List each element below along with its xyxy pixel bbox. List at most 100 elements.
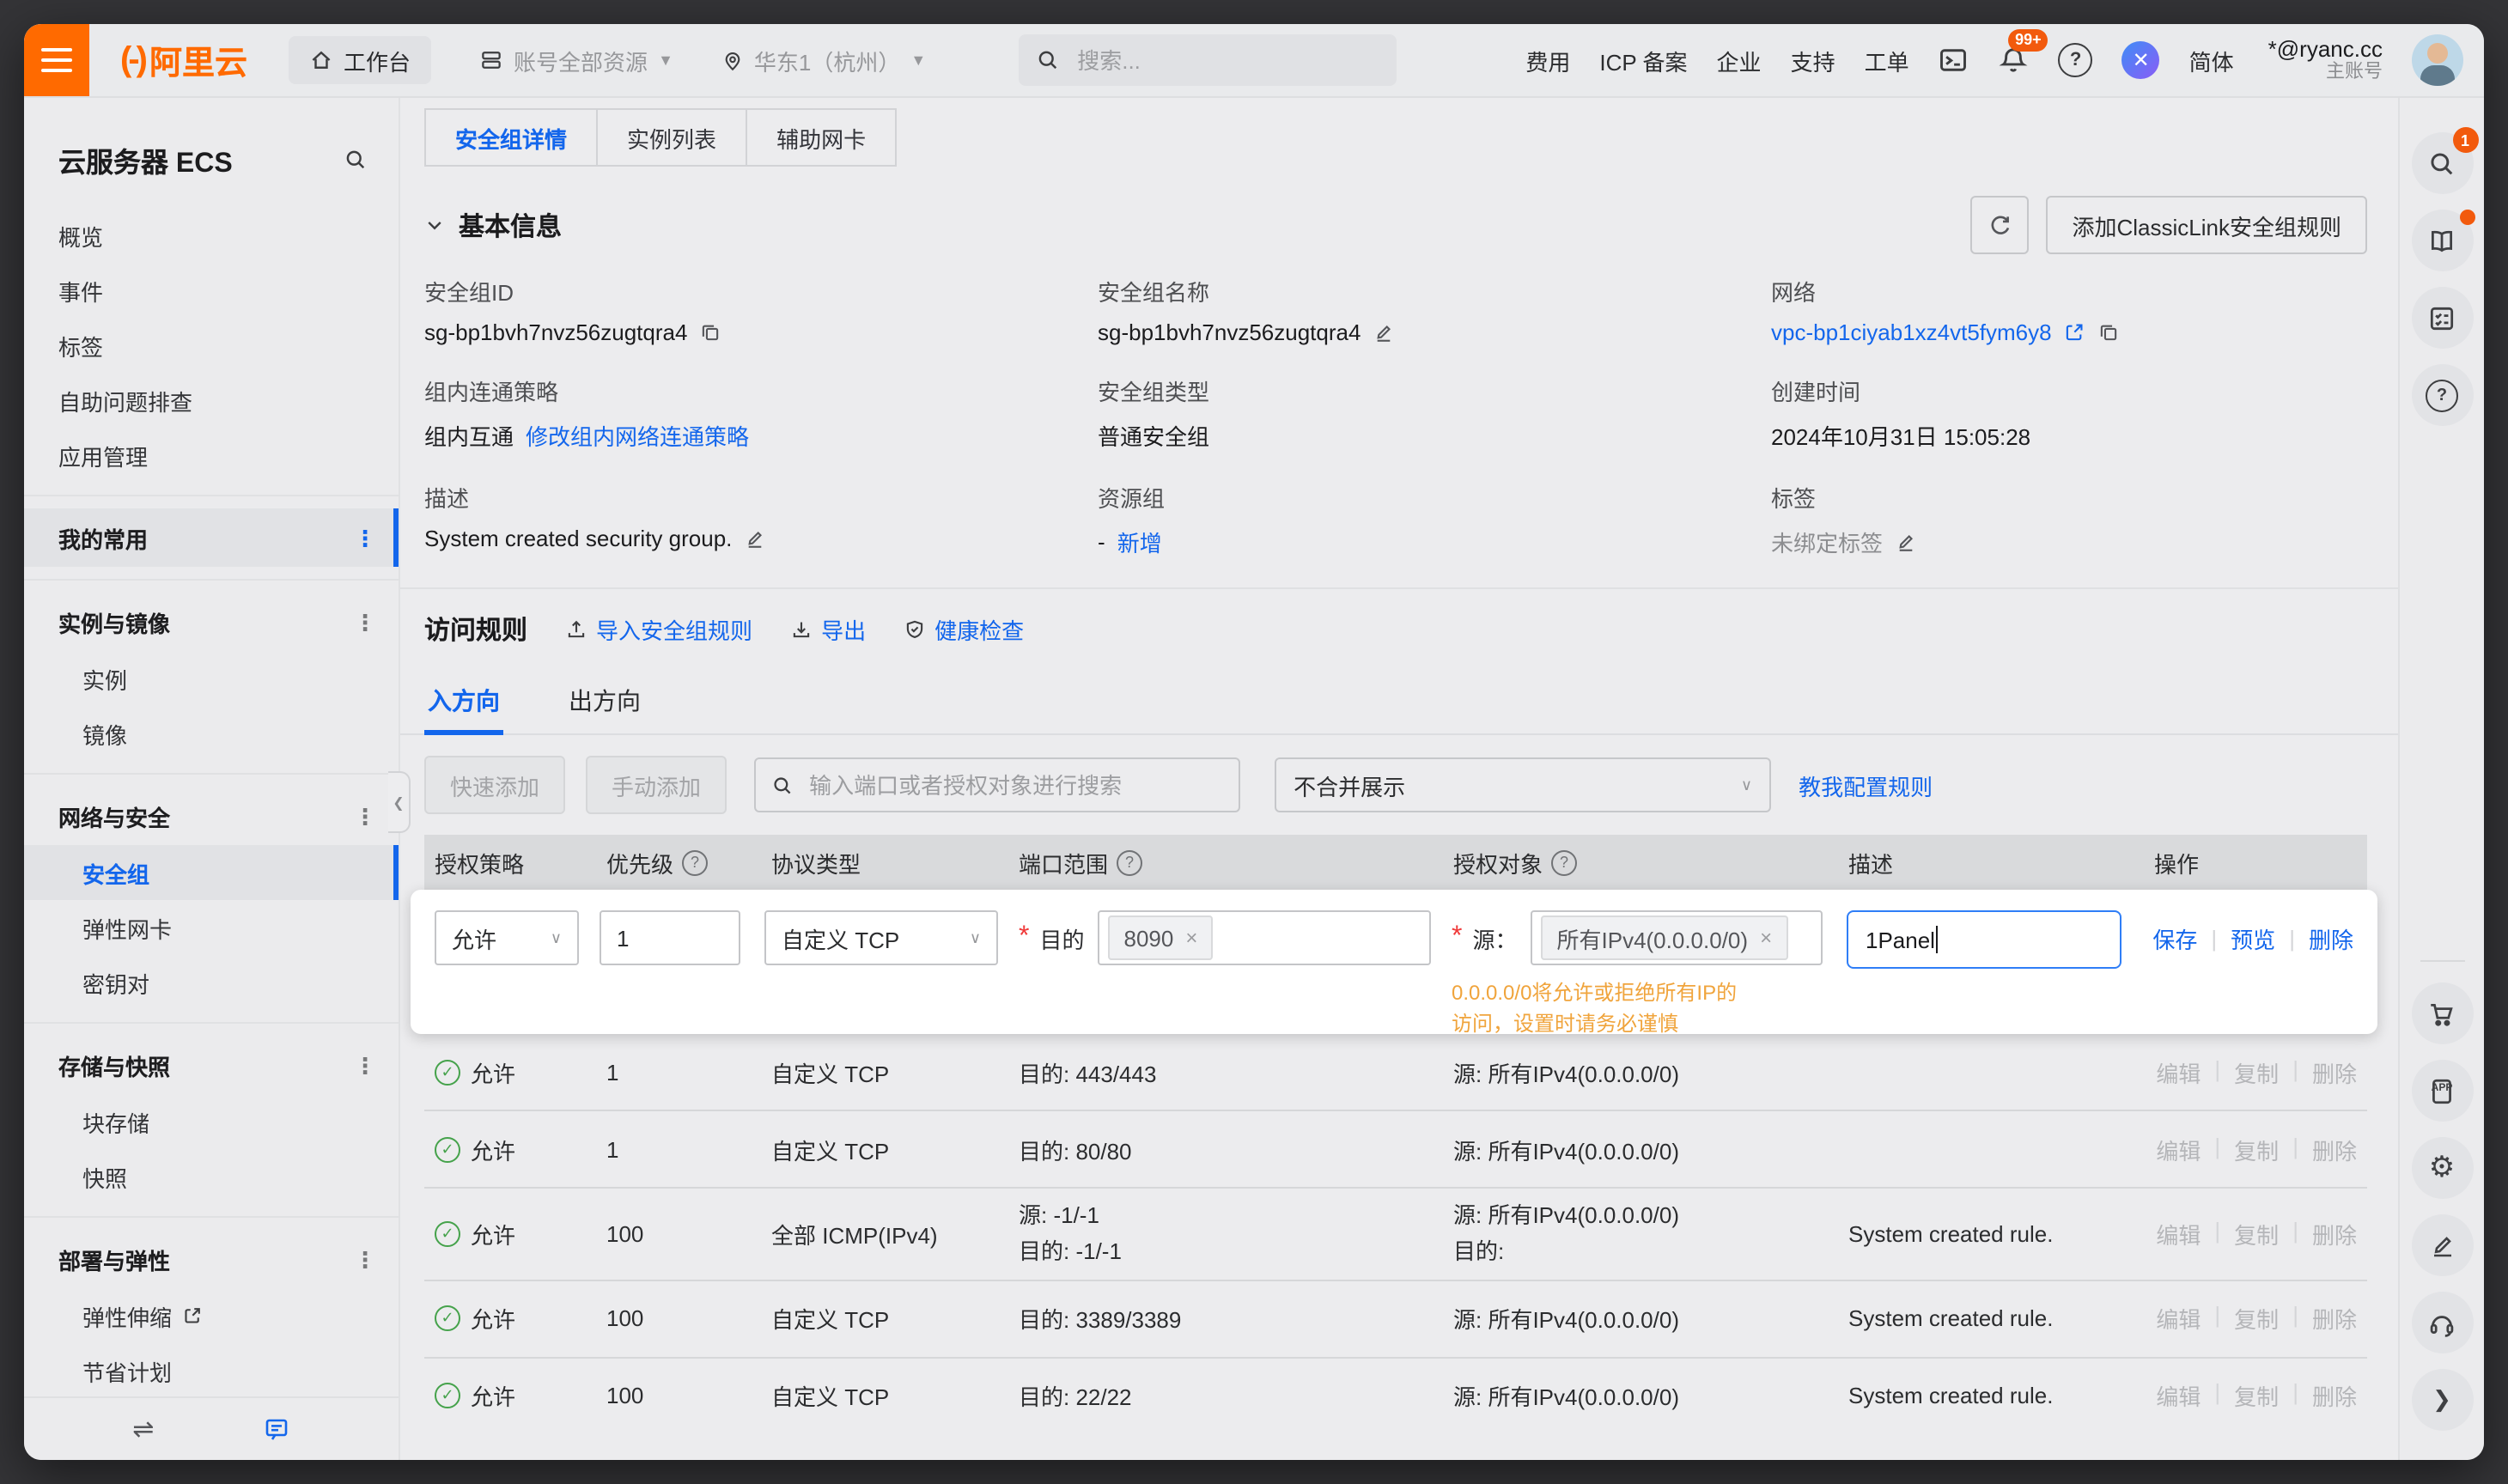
external-link-icon[interactable] [2064,321,2086,344]
sidebar-item-overview[interactable]: 概览 [24,208,399,263]
edit-rule-link[interactable]: 编辑 [2156,1055,2201,1088]
copy-rule-link[interactable]: 复制 [2234,1303,2279,1335]
x-app-icon[interactable]: ✕ [2122,41,2160,79]
add-classiclink-rule-button[interactable]: 添加ClassicLink安全组规则 [2047,196,2368,254]
global-search-input[interactable] [1074,46,1379,75]
workbench-button[interactable]: 工作台 [289,36,431,84]
preview-button[interactable]: 预览 [2231,922,2275,955]
manual-add-button[interactable]: 手动添加 [586,756,727,814]
sidebar-item-tags[interactable]: 标签 [24,318,399,373]
sidebar-group-storage[interactable]: 存储与快照 ⋮ [24,1036,399,1094]
edit-icon[interactable] [744,527,766,550]
copy-rule-link[interactable]: 复制 [2234,1218,2279,1250]
rules-search-input[interactable] [806,770,1223,800]
modify-policy-link[interactable]: 修改组内网络连通策略 [526,419,749,452]
rail-search-icon[interactable]: 1 [2411,132,2473,194]
resource-scope-dropdown[interactable]: 账号全部资源 ▼ [479,44,673,76]
more-icon[interactable]: ⋮ [354,1248,376,1270]
sidebar-item-app-management[interactable]: 应用管理 [24,428,399,483]
delete-rule-link[interactable]: 删除 [2312,1218,2357,1250]
hamburger-menu-button[interactable] [24,24,89,96]
sidebar-item-instances[interactable]: 实例 [24,651,399,706]
delete-rule-link[interactable]: 删除 [2312,1055,2357,1088]
copy-rule-link[interactable]: 复制 [2234,1055,2279,1088]
terminal-icon[interactable] [1939,45,1969,76]
sidebar-item-block-storage[interactable]: 块存储 [24,1094,399,1149]
health-check-link[interactable]: 健康检查 [904,613,1024,646]
survey-pencil-icon[interactable] [2411,1214,2473,1276]
sidebar-item-snapshots[interactable]: 快照 [24,1149,399,1204]
sidebar-group-network[interactable]: 网络与安全 ⋮ [24,787,399,845]
save-button[interactable]: 保存 [2152,922,2197,955]
rules-search[interactable] [754,757,1240,812]
sidebar-group-instances[interactable]: 实例与镜像 ⋮ [24,593,399,651]
copy-icon[interactable] [2098,321,2121,344]
export-rules-link[interactable]: 导出 [790,613,866,646]
copy-rule-link[interactable]: 复制 [2234,1380,2279,1413]
import-rules-link[interactable]: 导入安全组规则 [565,613,752,646]
more-icon[interactable]: ⋮ [354,611,376,633]
help-circle-icon[interactable]: ? [682,849,708,875]
description-input[interactable]: 1Panel [1847,910,2121,969]
sidebar-item-keypairs[interactable]: 密钥对 [24,955,399,1010]
copy-rule-link[interactable]: 复制 [2234,1133,2279,1165]
refresh-button[interactable] [1971,196,2030,254]
sidebar-item-security-groups[interactable]: 安全组 [24,845,399,900]
sidebar-group-favorites[interactable]: 我的常用 ⋮ [24,508,399,567]
mobile-app-icon[interactable]: APP [2411,1060,2473,1122]
port-tag-input[interactable]: 8090 × [1099,910,1432,965]
sidebar-group-deployment[interactable]: 部署与弹性 ⋮ [24,1230,399,1288]
more-icon[interactable]: ⋮ [354,526,376,549]
sidebar-item-autoscaling[interactable]: 弹性伸缩 [24,1288,399,1343]
edit-rule-link[interactable]: 编辑 [2156,1218,2201,1250]
sidebar-item-events[interactable]: 事件 [24,263,399,318]
edit-rule-link[interactable]: 编辑 [2156,1303,2201,1335]
quick-add-button[interactable]: 快速添加 [424,756,565,814]
sidebar-item-troubleshoot[interactable]: 自助问题排查 [24,373,399,428]
config-help-link[interactable]: 教我配置规则 [1799,769,1933,801]
region-dropdown[interactable]: 华东1（杭州） ▼ [721,44,926,76]
edit-icon[interactable] [1373,321,1395,344]
sidebar-item-savings-plans[interactable]: 节省计划 [24,1343,399,1396]
policy-select[interactable]: 允许 ∨ [435,910,579,965]
billing-link[interactable]: 费用 [1525,44,1570,76]
language-toggle[interactable]: 简体 [2189,44,2234,76]
enterprise-link[interactable]: 企业 [1717,44,1762,76]
docs-book-icon[interactable] [2411,210,2473,271]
panel-collapse-handle[interactable]: ❮ [388,771,411,833]
icp-link[interactable]: ICP 备案 [1599,44,1687,76]
account-info[interactable]: *@ryanc.cc 主账号 [2268,35,2383,85]
source-tag-input[interactable]: 所有IPv4(0.0.0.0/0) × [1531,910,1823,965]
avatar[interactable] [2412,34,2463,86]
copy-icon[interactable] [699,321,721,344]
add-resource-group-link[interactable]: 新增 [1117,526,1162,558]
delete-rule-link[interactable]: 删除 [2312,1380,2357,1413]
checklist-icon[interactable] [2411,287,2473,349]
protocol-select[interactable]: 自定义 TCP ∨ [764,910,998,965]
remove-tag-icon[interactable]: × [1760,926,1772,950]
feedback-icon[interactable] [263,1415,290,1443]
sidebar-item-enis[interactable]: 弹性网卡 [24,900,399,955]
remove-tag-icon[interactable]: × [1185,926,1197,950]
delete-rule-link[interactable]: 删除 [2312,1133,2357,1165]
help-circle-icon[interactable]: ? [1551,849,1577,875]
help-icon[interactable]: ? [2059,43,2093,77]
support-link[interactable]: 支持 [1791,44,1835,76]
edit-rule-link[interactable]: 编辑 [2156,1380,2201,1413]
tab-security-group-details[interactable]: 安全组详情 [424,108,598,167]
delete-rule-link[interactable]: 删除 [2312,1303,2357,1335]
sidebar-item-images[interactable]: 镜像 [24,706,399,761]
tab-outbound[interactable]: 出方向 [565,670,644,733]
delete-button[interactable]: 删除 [2309,922,2353,955]
tab-secondary-enis[interactable]: 辅助网卡 [746,108,897,167]
more-icon[interactable]: ⋮ [354,1054,376,1076]
rail-help-icon[interactable]: ? [2411,364,2473,426]
settings-gear-icon[interactable]: ⚙ [2411,1137,2473,1199]
collapse-sidebar-icon[interactable]: ⇌ [132,1414,154,1444]
basic-info-title[interactable]: 基本信息 [424,207,562,243]
edit-icon[interactable] [1895,531,1917,553]
vpc-link[interactable]: vpc-bp1ciyab1xz4vt5fym6y8 [1771,319,2052,345]
tab-inbound[interactable]: 入方向 [424,670,503,733]
expand-panel-icon[interactable]: ❯ [2411,1369,2473,1431]
tab-instance-list[interactable]: 实例列表 [596,108,747,167]
